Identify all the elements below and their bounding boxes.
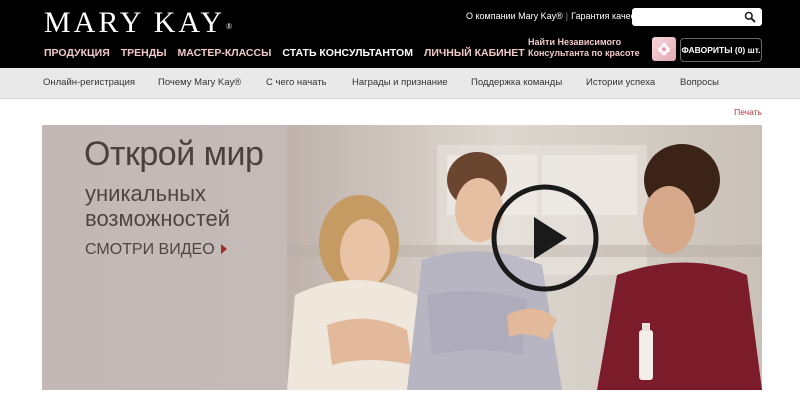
search-input[interactable]: [632, 9, 744, 27]
subnav-questions[interactable]: Вопросы: [680, 77, 719, 88]
top-links: О компании Mary Kay® | Гарантия качества: [466, 11, 649, 21]
header-bar: MARY KAY® О компании Mary Kay® | Гарантия …: [0, 0, 800, 68]
print-link[interactable]: Печать: [734, 107, 762, 117]
watch-video-link[interactable]: СМОТРИ ВИДЕО: [85, 241, 227, 259]
hero-subtitle-line-2: возможностей: [85, 206, 231, 231]
search-box: [632, 8, 762, 27]
hero-subtitle: уникальных возможностей: [85, 181, 230, 231]
nav-trends[interactable]: ТРЕНДЫ: [121, 47, 167, 59]
subnav-where-to-start[interactable]: С чего начать: [266, 77, 327, 88]
subnav-online-registration[interactable]: Онлайн-регистрация: [43, 77, 135, 88]
about-link[interactable]: О компании Mary Kay®: [466, 11, 563, 21]
search-icon[interactable]: [744, 11, 756, 23]
nav-personal-cabinet[interactable]: ЛИЧНЫЙ КАБИНЕТ: [424, 47, 525, 59]
subnav-why-mary-kay[interactable]: Почему Mary Kay®: [158, 77, 241, 88]
favorites-button[interactable]: ФАВОРИТЫ (0) шт.: [680, 38, 762, 62]
hero-banner[interactable]: Открой мир уникальных возможностей СМОТР…: [42, 125, 762, 390]
subnav-success-stories[interactable]: Истории успеха: [586, 77, 655, 88]
arrow-right-icon: [220, 243, 227, 254]
hero-title: Открой мир: [84, 135, 264, 173]
logo-text: MARY KAY: [44, 6, 225, 39]
subnav-awards[interactable]: Награды и признание: [352, 77, 448, 88]
flower-icon: [658, 43, 670, 56]
sub-nav: Онлайн-регистрация Почему Mary Kay® С че…: [0, 68, 800, 99]
mary-kay-logo[interactable]: MARY KAY®: [44, 6, 233, 40]
play-icon[interactable]: [490, 183, 600, 293]
favorites-label: ФАВОРИТЫ (0) шт.: [681, 45, 761, 55]
find-consultant-line-2: Консультанта по красоте: [528, 48, 640, 58]
subnav-team-support[interactable]: Поддержка команды: [471, 77, 562, 88]
favorites-thumbnail[interactable]: [652, 37, 676, 61]
nav-master-classes[interactable]: МАСТЕР-КЛАССЫ: [178, 47, 272, 59]
nav-products[interactable]: ПРОДУКЦИЯ: [44, 47, 110, 59]
main-nav: ПРОДУКЦИЯ ТРЕНДЫ МАСТЕР-КЛАССЫ СТАТЬ КОНСУЛ…: [44, 43, 536, 61]
watch-video-label: СМОТРИ ВИДЕО: [85, 241, 215, 258]
top-links-divider: |: [565, 11, 569, 21]
find-consultant-line-1: Найти Независимого: [528, 37, 622, 47]
nav-become-consultant[interactable]: СТАТЬ КОНСУЛЬТАНТОМ: [282, 47, 413, 59]
logo-mark: ®: [226, 22, 233, 31]
find-consultant-link[interactable]: Найти Независимого Консультанта по красо…: [528, 37, 648, 59]
hero-subtitle-line-1: уникальных: [85, 181, 207, 206]
